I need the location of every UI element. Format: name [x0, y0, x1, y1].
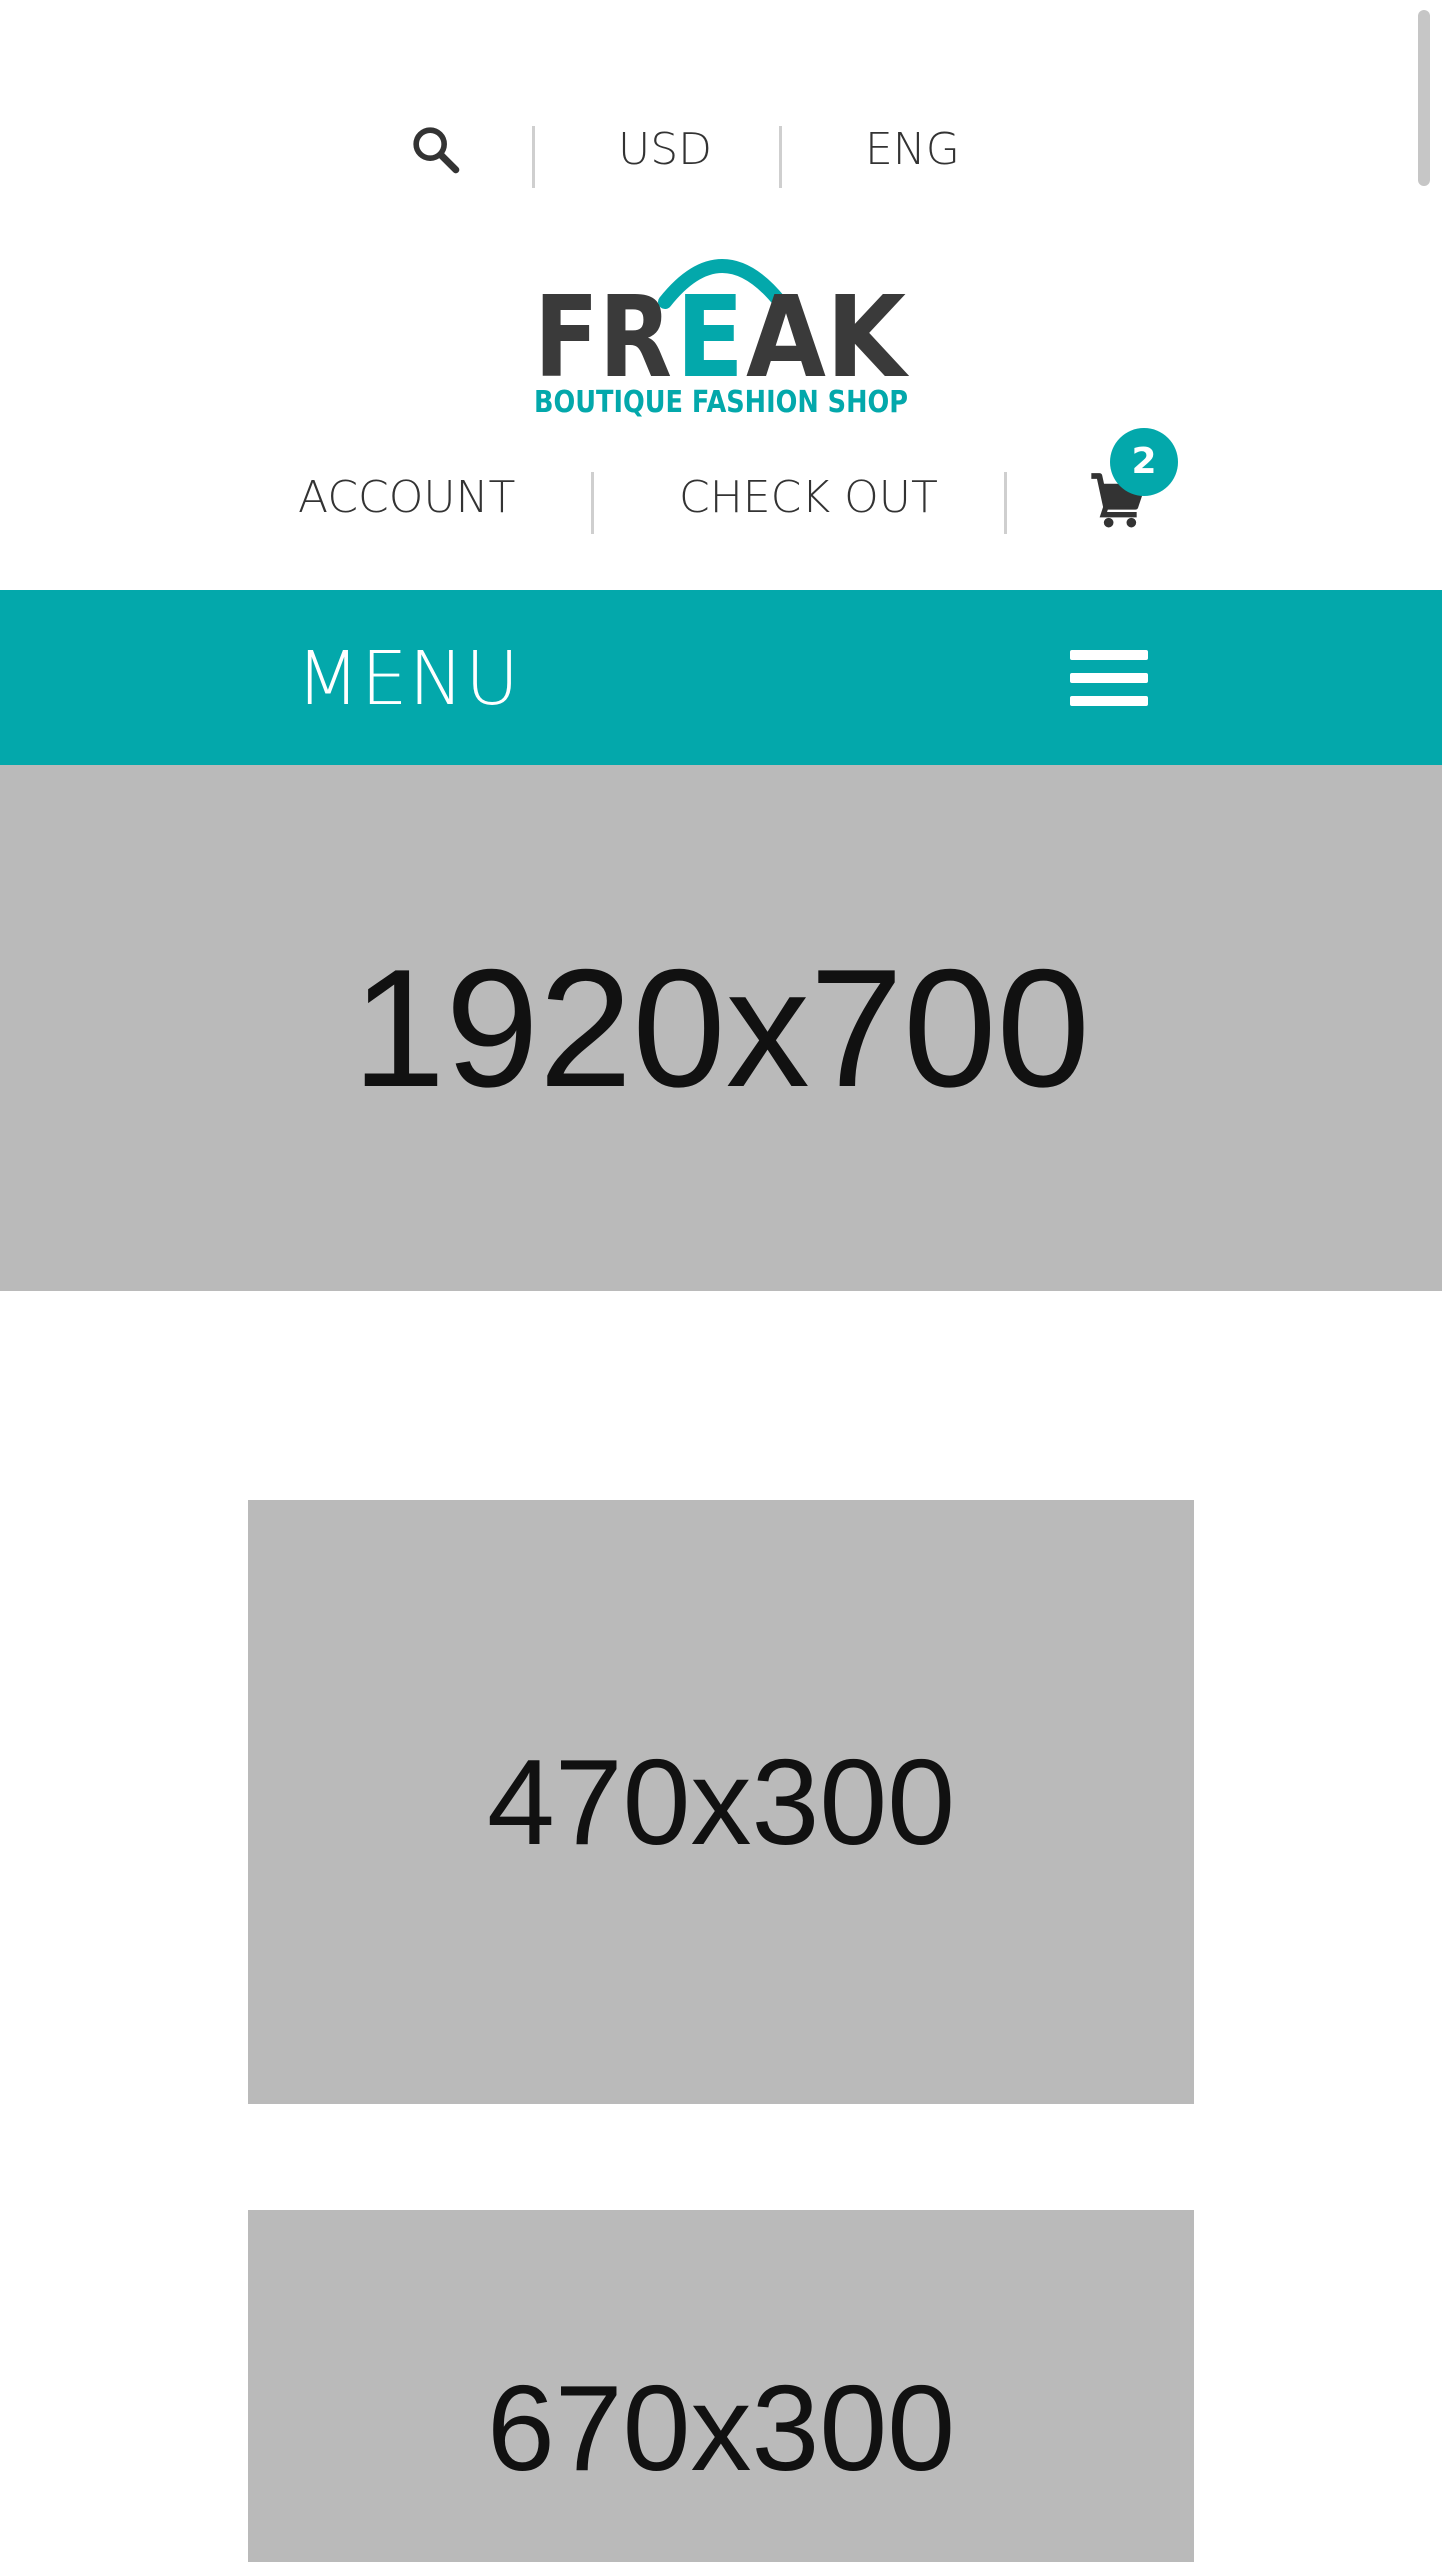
hero-banner-image[interactable]: 1920x700	[0, 765, 1442, 1291]
account-nav: ACCOUNT CHECK OUT 2	[0, 428, 1442, 540]
cart-button[interactable]: 2	[1086, 428, 1196, 540]
language-selector[interactable]: ENG	[865, 128, 960, 172]
cart-count-badge: 2	[1110, 428, 1178, 496]
currency-selector[interactable]: USD	[618, 128, 712, 172]
account-link[interactable]: ACCOUNT	[298, 476, 515, 520]
brand-logo[interactable]: FR E AK BOUTIQUE FASHION SHOP	[530, 240, 914, 420]
page: USD ENG FR E AK BOUTIQUE FASHION SHOP AC…	[0, 0, 1442, 2562]
checkout-link[interactable]: CHECK OUT	[679, 476, 938, 520]
svg-text:FR: FR	[534, 273, 672, 403]
menu-label: MENU	[296, 636, 521, 722]
divider	[1004, 472, 1007, 534]
svg-text:AK: AK	[746, 273, 910, 403]
svg-text:BOUTIQUE FASHION SHOP: BOUTIQUE FASHION SHOP	[534, 385, 908, 420]
divider	[779, 126, 782, 188]
hamburger-icon[interactable]	[1070, 650, 1148, 706]
search-icon[interactable]	[408, 122, 464, 178]
promo-banner-image[interactable]: 470x300	[248, 1500, 1194, 2104]
svg-text:E: E	[676, 273, 744, 403]
promo-banner-size-label: 470x300	[486, 1734, 956, 1870]
top-utility-bar: USD ENG	[0, 108, 1442, 192]
promo-banner-image[interactable]: 670x300	[248, 2210, 1194, 2562]
menu-bar[interactable]: MENU	[0, 590, 1442, 765]
divider	[532, 126, 535, 188]
promo-banner-size-label: 670x300	[486, 2360, 956, 2496]
divider	[591, 472, 594, 534]
hero-banner-size-label: 1920x700	[351, 933, 1091, 1122]
